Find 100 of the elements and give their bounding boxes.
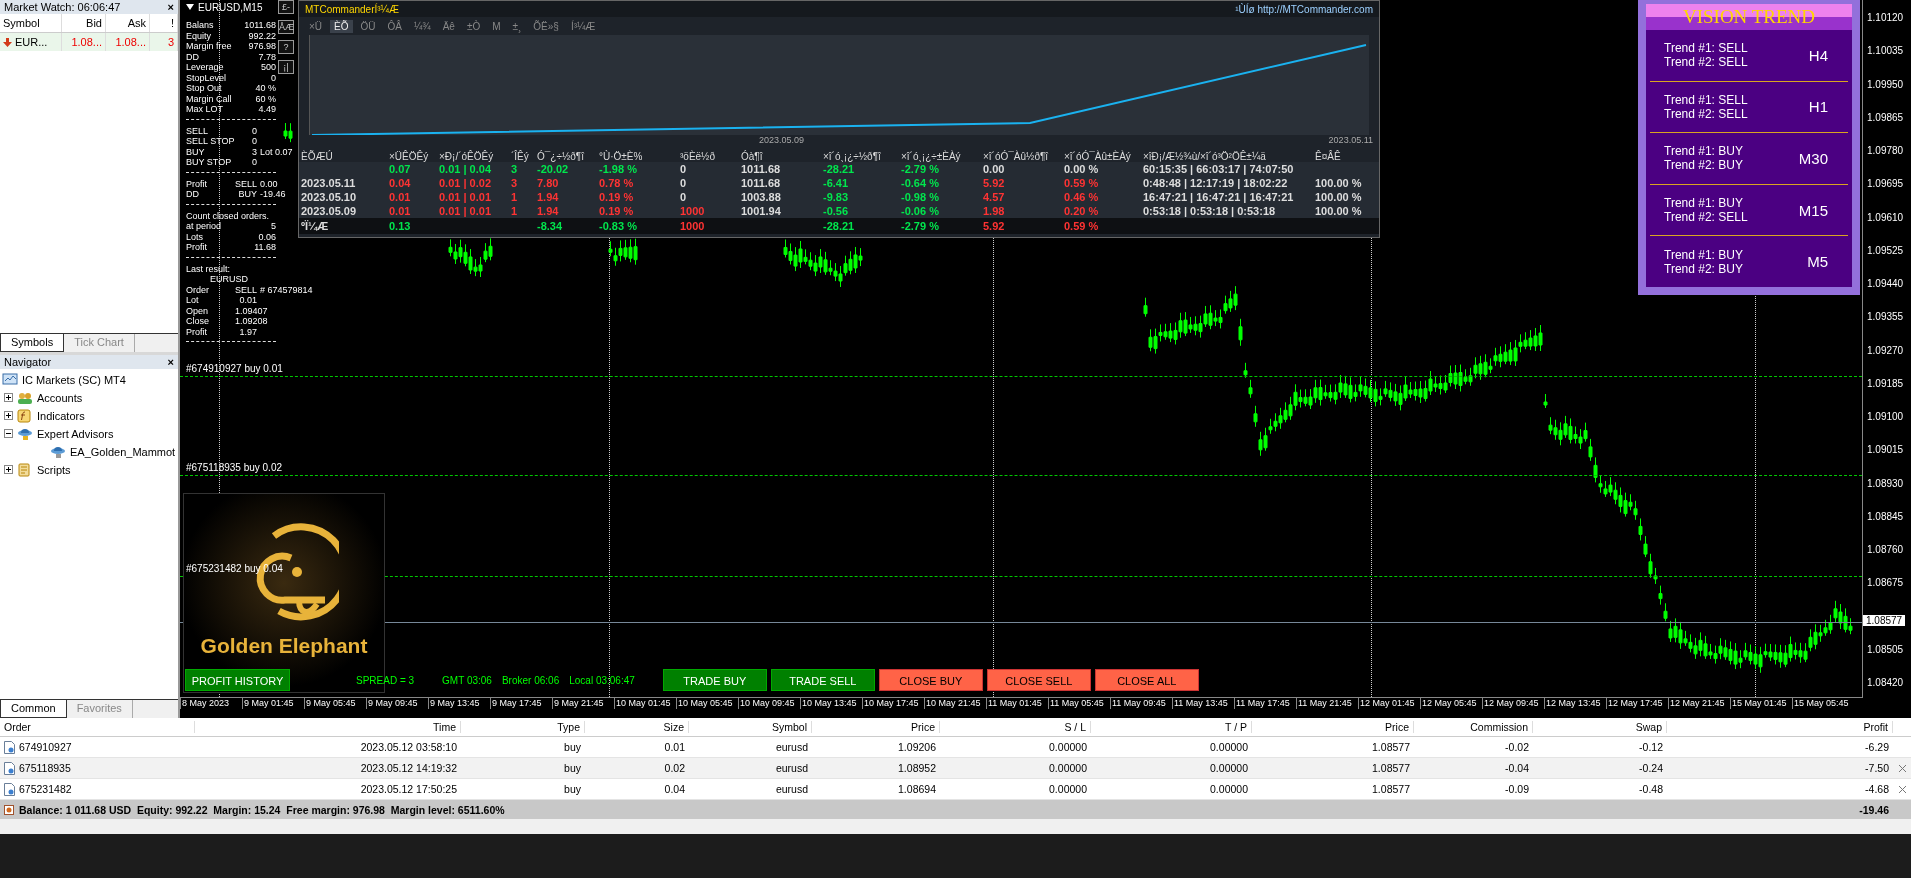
table-cell: -0.06 % <box>901 204 939 217</box>
info-text: SELL STOP <box>186 136 235 147</box>
tree-item[interactable]: Accounts <box>37 391 83 404</box>
period-tab[interactable]: ÕË»§ <box>529 19 563 33</box>
column-header[interactable]: Type <box>461 721 585 733</box>
table-cell: 1.98 <box>983 204 1005 217</box>
table-cell: 0.04 <box>389 176 411 189</box>
info-text: Open <box>186 305 209 316</box>
period-tab[interactable]: M <box>488 19 505 33</box>
tree-item[interactable]: EA_Golden_Mammot <box>70 445 176 458</box>
table-cell-text: 0.04 <box>663 783 686 795</box>
info-text: Lots <box>186 231 203 242</box>
period-tab[interactable]: ÖÜ <box>356 19 380 33</box>
order-row[interactable]: 675231482 2023.05.12 17:50:25 buy 0.04 eurusd 1.08694 0.00000 0.00000 1.08577 -0.09 -0.48 -4.68 <box>0 779 1911 800</box>
trend-text: Trend #2: SELL <box>1664 210 1748 225</box>
period-tab[interactable]: Äê <box>438 19 459 33</box>
spread-cell: 3 <box>150 33 178 51</box>
trade-button[interactable]: TRADE SELL <box>770 669 875 691</box>
tree-item[interactable]: Expert Advisors <box>37 427 114 440</box>
info-text: SELL <box>186 125 209 136</box>
period-tab[interactable]: Í³¼Æ <box>566 19 600 33</box>
close-button[interactable]: CLOSE ALL <box>1094 669 1199 691</box>
column-header: ×Ð¡/´óÊÖÊý <box>439 151 495 162</box>
column-header[interactable]: Symbol <box>689 721 812 733</box>
column-header[interactable]: Size <box>585 721 689 733</box>
tree-item[interactable]: IC Markets (SC) MT4 <box>22 373 126 386</box>
close-icon[interactable]: × <box>167 356 174 368</box>
info-text: 0 <box>252 125 257 136</box>
order-line-label: #675118935 buy 0.02 <box>186 461 282 473</box>
period-tab[interactable]: ×Ü <box>305 19 327 33</box>
trend-text: Trend #1: BUY <box>1664 144 1743 159</box>
period-tab[interactable]: ±¸ <box>508 19 526 33</box>
table-cell: 0.20 % <box>1064 204 1099 217</box>
close-button[interactable]: CLOSE SELL <box>986 669 1091 691</box>
column-header: ×îÐ¡/Æ½¾ù/×î´ó³Ö²ÖÊ±¼ä <box>1143 151 1267 162</box>
column-header[interactable]: S / L <box>940 721 1091 733</box>
time-label: 11 May 09:45 <box>1110 698 1172 709</box>
logo-text: Golden Elephant <box>200 634 368 658</box>
info-text: Close <box>186 316 209 327</box>
info-text: 60 % <box>255 93 276 104</box>
table-cell: 0 <box>680 176 687 189</box>
period-tab[interactable]: ÔÂ <box>383 19 406 33</box>
timeframe-label: H1 <box>1808 98 1829 116</box>
column-header[interactable]: Symbol <box>0 14 62 32</box>
table-cell: 3 <box>511 176 518 189</box>
panel-button[interactable]: ? <box>278 40 294 54</box>
column-header: ÈÕÆÚ <box>301 151 334 162</box>
time-label: 12 May 09:45 <box>1482 698 1544 709</box>
tree-item[interactable]: Indicators <box>37 409 85 422</box>
panel-tab[interactable]: Common <box>0 700 67 718</box>
time-label: 10 May 17:45 <box>862 698 924 709</box>
info-text: Lot 0.07 <box>260 146 293 157</box>
info-text: Profit <box>186 178 207 189</box>
column-header[interactable]: Commission <box>1414 721 1533 733</box>
close-button[interactable]: CLOSE BUY <box>878 669 983 691</box>
period-tab[interactable]: ¼¾ <box>409 19 435 33</box>
panel-button[interactable]: ¡| <box>278 60 294 74</box>
profit-history-button[interactable]: PROFIT HISTORY <box>185 669 290 691</box>
total-profit: -19.46 <box>1859 803 1890 816</box>
column-header[interactable]: Time <box>195 721 461 733</box>
column-header[interactable]: Order <box>0 721 195 733</box>
column-header[interactable]: Swap <box>1533 721 1667 733</box>
order-row[interactable]: 674910927 2023.05.12 03:58:10 buy 0.01 eurusd 1.09206 0.00000 0.00000 1.08577 -0.02 -0.12 -6.29 <box>0 737 1911 758</box>
trade-button[interactable]: TRADE BUY <box>662 669 767 691</box>
table-cell: 1 <box>511 190 518 203</box>
info-text: BUY <box>186 146 205 157</box>
column-header[interactable]: Bid <box>62 14 106 32</box>
table-cell: -28.21 <box>823 162 855 175</box>
info-text: Count closed orders. <box>186 210 270 221</box>
time-label: 9 May 01:45 <box>242 698 304 709</box>
table-cell: 0:53:18 | 0:53:18 | 0:53:18 <box>1143 204 1276 217</box>
panel-title: MTCommanderÍ³¼Æ <box>305 3 399 15</box>
column-header[interactable]: Price <box>812 721 940 733</box>
column-header: °Ù·Ö±È% <box>599 151 644 162</box>
period-tab[interactable]: ±Ò <box>462 19 485 33</box>
price-label: 1.10120 <box>1867 12 1904 23</box>
panel-button[interactable]: £- <box>278 0 294 14</box>
info-text: 1.97 <box>239 326 257 337</box>
column-header[interactable]: Ask <box>106 14 150 32</box>
time-label: 9 May 13:45 <box>428 698 490 709</box>
table-cell-text: -4.68 <box>1864 783 1890 795</box>
table-cell: 0 <box>680 190 687 203</box>
close-icon[interactable]: × <box>167 1 174 13</box>
table-cell-text: -0.48 <box>1638 783 1664 795</box>
time-label: 12 May 05:45 <box>1420 698 1482 709</box>
website-link[interactable]: ¹ÙÍø http://MTCommander.com <box>1235 3 1373 15</box>
info-text: 40 % <box>255 83 276 94</box>
trend-text: Trend #2: BUY <box>1664 158 1743 173</box>
column-header[interactable]: T / P <box>1091 721 1252 733</box>
period-tab[interactable]: ÈÕ <box>330 19 353 33</box>
panel-tab[interactable]: Symbols <box>0 334 65 352</box>
column-header[interactable]: ! <box>150 14 178 32</box>
time-label: 15 May 01:45 <box>1730 698 1792 709</box>
time-label: 11 May 13:45 <box>1172 698 1234 709</box>
price-label: 1.08675 <box>1867 577 1904 589</box>
info-text: Balans <box>186 20 214 31</box>
table-cell-text: 0.00000 <box>1048 741 1088 753</box>
tree-item[interactable]: Scripts <box>37 463 71 476</box>
column-header[interactable]: Price <box>1252 721 1414 733</box>
column-header[interactable]: Profit <box>1667 721 1893 733</box>
